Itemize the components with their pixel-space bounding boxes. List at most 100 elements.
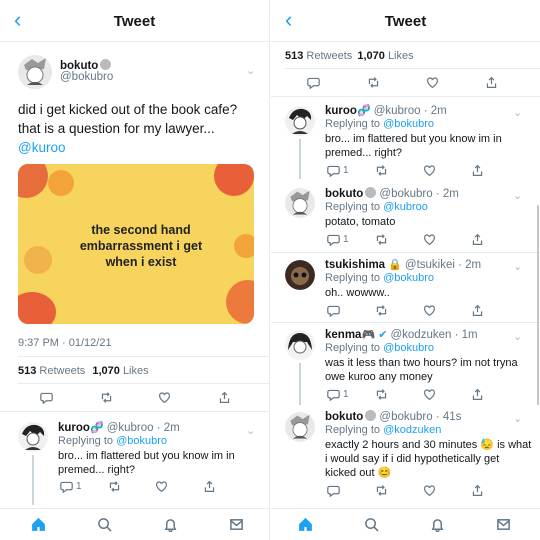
like-button[interactable]: [423, 164, 436, 177]
reply-button[interactable]: 1: [327, 388, 349, 401]
like-button[interactable]: [423, 484, 436, 497]
chevron-down-icon[interactable]: ⌄: [246, 64, 255, 77]
avatar[interactable]: [285, 330, 315, 360]
share-button[interactable]: [218, 391, 231, 404]
like-button[interactable]: [423, 233, 436, 246]
share-button[interactable]: [471, 484, 484, 497]
replying-to: Replying to @bokubro: [325, 342, 434, 354]
divider: [271, 322, 540, 323]
mention-link[interactable]: @bokubro: [383, 342, 434, 354]
share-button[interactable]: [471, 233, 484, 246]
avatar[interactable]: [285, 260, 315, 290]
reply-icon: [40, 392, 53, 404]
reply-count: 1: [343, 389, 349, 400]
reply-button[interactable]: 1: [60, 480, 82, 493]
retweet-button[interactable]: [375, 304, 388, 317]
emoji-decoration: [234, 234, 254, 258]
reply-button[interactable]: [40, 391, 53, 404]
avatar[interactable]: [285, 412, 315, 442]
likes-label[interactable]: Likes: [388, 50, 414, 62]
meme-text: the second hand embarrassment i get when…: [79, 223, 203, 269]
home-icon[interactable]: [298, 517, 313, 537]
mention-link[interactable]: @kubroo: [383, 201, 428, 213]
reply-button[interactable]: [327, 484, 340, 497]
tweet-image[interactable]: the second hand embarrassment i get when…: [18, 164, 254, 324]
display-name[interactable]: tsukishima: [325, 259, 385, 271]
chevron-down-icon[interactable]: ⌄: [513, 260, 522, 273]
mention-link[interactable]: @kodzuken: [383, 424, 441, 436]
avatar[interactable]: [285, 106, 315, 136]
retweet-button[interactable]: [367, 76, 380, 89]
retweet-button[interactable]: [375, 484, 388, 497]
timestamp: 9:37 PM · 01/12/21: [18, 337, 112, 349]
reply-button[interactable]: [307, 76, 320, 89]
divider: [285, 68, 540, 69]
gamepad-icon: 🎮: [361, 329, 376, 341]
handle: @tsukikei · 2m: [404, 259, 482, 271]
reply-header: kuroo🧬 @kubroo · 2m: [58, 421, 180, 434]
like-button[interactable]: [155, 480, 168, 493]
retweet-button[interactable]: [100, 391, 113, 404]
avatar[interactable]: [18, 55, 52, 89]
retweet-icon: [376, 305, 387, 316]
retweet-button[interactable]: [375, 233, 388, 246]
chevron-down-icon[interactable]: ⌄: [513, 189, 522, 202]
share-button[interactable]: [203, 480, 216, 493]
notifications-icon[interactable]: [430, 517, 445, 537]
reply-button[interactable]: 1: [327, 233, 349, 246]
chevron-down-icon[interactable]: ⌄: [513, 412, 522, 425]
notifications-icon[interactable]: [163, 517, 178, 537]
messages-icon[interactable]: [229, 517, 244, 537]
header: ‹ Tweet: [0, 0, 269, 42]
chevron-down-icon[interactable]: ⌄: [513, 106, 522, 119]
mention-link[interactable]: @bokubro: [116, 435, 167, 447]
display-name[interactable]: kuroo: [325, 105, 357, 117]
divider: [271, 252, 540, 253]
share-button[interactable]: [485, 76, 498, 89]
retweet-button[interactable]: [375, 164, 388, 177]
like-button[interactable]: [423, 304, 436, 317]
reply-header: bokuto @bokubro · 41s: [325, 410, 461, 423]
like-button[interactable]: [158, 391, 171, 404]
share-button[interactable]: [471, 164, 484, 177]
reply-header: bokuto @bokubro · 2m: [325, 187, 459, 200]
dna-emoji: 🧬: [356, 105, 371, 117]
messages-icon[interactable]: [496, 517, 511, 537]
divider: [0, 411, 269, 412]
search-icon[interactable]: [97, 517, 112, 537]
share-button[interactable]: [471, 304, 484, 317]
retweet-button[interactable]: [375, 388, 388, 401]
volleyball-icon: [365, 410, 377, 421]
chevron-down-icon[interactable]: ⌄: [513, 330, 522, 343]
share-icon: [204, 480, 215, 492]
scrollbar[interactable]: [537, 205, 539, 405]
display-name[interactable]: kenma: [325, 329, 361, 341]
avatar[interactable]: [285, 188, 315, 218]
display-name[interactable]: kuroo: [58, 422, 90, 434]
chevron-down-icon[interactable]: ⌄: [246, 424, 255, 437]
retweet-icon: [376, 485, 387, 496]
reply-button[interactable]: 1: [327, 164, 349, 177]
display-name[interactable]: bokuto: [325, 411, 363, 423]
share-button[interactable]: [471, 388, 484, 401]
reply-icon: [327, 389, 340, 401]
likes-label[interactable]: Likes: [123, 365, 149, 377]
mention-link[interactable]: @kuroo: [18, 138, 268, 157]
like-button[interactable]: [426, 76, 439, 89]
mention-link[interactable]: @bokubro: [383, 272, 434, 284]
avatar[interactable]: [18, 422, 48, 452]
reply-button[interactable]: [327, 304, 340, 317]
thread-line: [299, 139, 301, 179]
mention-link[interactable]: @bokubro: [383, 118, 434, 130]
emoji-decoration: [18, 292, 56, 324]
like-button[interactable]: [423, 388, 436, 401]
retweet-button[interactable]: [108, 480, 121, 493]
replying-label: Replying to: [325, 118, 381, 130]
replying-label: Replying to: [325, 201, 381, 213]
retweets-label[interactable]: Retweets: [39, 365, 85, 377]
display-name[interactable]: bokuto: [325, 188, 363, 200]
search-icon[interactable]: [364, 517, 379, 537]
retweets-label[interactable]: Retweets: [306, 50, 352, 62]
home-icon[interactable]: [31, 517, 46, 537]
reply-line-1: bro... im flattered but you know im in: [58, 450, 235, 462]
